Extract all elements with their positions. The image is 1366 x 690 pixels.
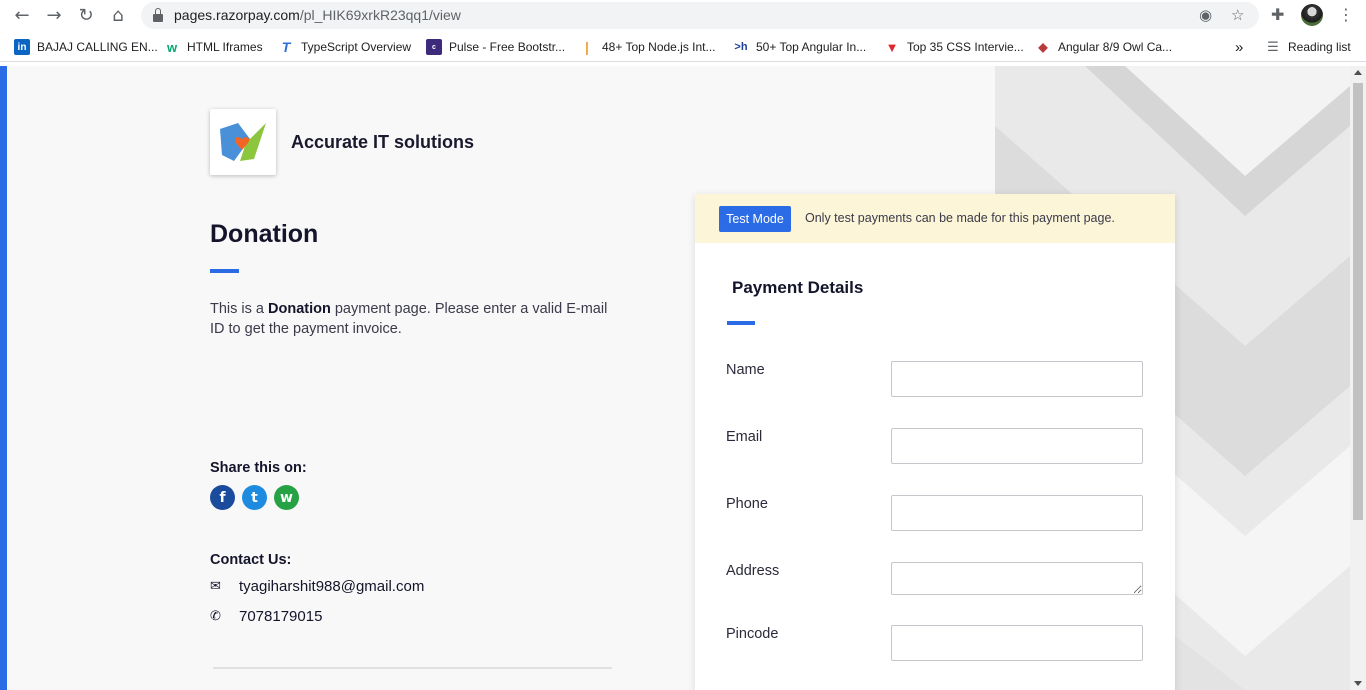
- linkedin-icon: in: [14, 39, 30, 55]
- bookmark-item[interactable]: T TypeScript Overview: [278, 39, 411, 55]
- contact-label: Contact Us:: [210, 552, 292, 568]
- facebook-share-icon[interactable]: f: [210, 485, 235, 510]
- name-input[interactable]: [891, 361, 1143, 397]
- bookmark-label: HTML Iframes: [187, 40, 263, 54]
- typescript-icon: T: [278, 39, 294, 55]
- merchant-name: Accurate IT solutions: [291, 132, 475, 152]
- hackr-icon: >h: [733, 39, 749, 55]
- reading-list-button[interactable]: ☰ Reading list: [1265, 39, 1351, 55]
- menu-kebab-icon[interactable]: ⋮: [1338, 5, 1354, 24]
- phone-label: Phone: [726, 496, 768, 512]
- bookmark-item[interactable]: | 48+ Top Node.js Int...: [579, 39, 716, 55]
- bookmark-label: TypeScript Overview: [301, 40, 412, 54]
- bookmark-item[interactable]: ▼ Top 35 CSS Intervie...: [884, 39, 1024, 55]
- bookmarks-bar: in BAJAJ CALLING EN... w HTML Iframes T …: [0, 32, 1366, 62]
- payment-page: Accurate IT solutions Donation This is a…: [0, 66, 1350, 690]
- card-title: Payment Details: [732, 278, 864, 297]
- share-label: Share this on:: [210, 460, 307, 476]
- reading-list-label: Reading list: [1288, 40, 1351, 54]
- scrollbar-thumb[interactable]: [1353, 83, 1363, 520]
- bookmark-label: BAJAJ CALLING EN...: [37, 40, 158, 54]
- reload-icon[interactable]: ↻: [75, 5, 97, 27]
- bars-icon: |: [579, 39, 595, 55]
- hands-heart-logo-icon: [220, 123, 266, 161]
- bookmark-label: Pulse - Free Bootstr...: [449, 40, 566, 54]
- card-title-underline: [727, 321, 755, 325]
- contact-email[interactable]: tyagiharshit988@gmail.com: [239, 578, 424, 595]
- test-mode-message: Only test payments can be made for this …: [805, 211, 1115, 225]
- contact-phone[interactable]: 7078179015: [239, 608, 322, 625]
- bookmark-item[interactable]: w HTML Iframes: [164, 39, 263, 55]
- pincode-label: Pincode: [726, 626, 779, 642]
- extensions-puzzle-icon[interactable]: ✚: [1271, 5, 1284, 24]
- bookmark-label: Top 35 CSS Intervie...: [907, 40, 1024, 54]
- mail-icon: ✉: [210, 578, 221, 594]
- page-scrollbar[interactable]: [1350, 66, 1366, 690]
- phone-input[interactable]: [891, 495, 1143, 531]
- bookmark-item[interactable]: c Pulse - Free Bootstr...: [426, 39, 565, 55]
- name-label: Name: [726, 362, 765, 378]
- page-description: This is a Donation payment page. Please …: [210, 301, 608, 337]
- bookmark-label: Angular 8/9 Owl Ca...: [1058, 40, 1173, 54]
- footer-divider: [213, 667, 612, 669]
- address-bar[interactable]: pages.razorpay.com/pl_HIK69xrkR23qq1/vie…: [141, 2, 1259, 29]
- contact-phone-row: ✆ 7078179015: [210, 606, 322, 626]
- bookmarks-overflow-button[interactable]: »: [1235, 39, 1243, 56]
- test-mode-badge: Test Mode: [719, 206, 791, 232]
- w3schools-icon: w: [164, 39, 180, 55]
- email-input[interactable]: [891, 428, 1143, 464]
- bookmark-item[interactable]: >h 50+ Top Angular In...: [733, 39, 866, 55]
- url-text[interactable]: pages.razorpay.com/pl_HIK69xrkR23qq1/vie…: [174, 7, 461, 23]
- merchant-logo: [210, 109, 276, 175]
- reading-list-icon: ☰: [1265, 39, 1281, 55]
- contact-email-row: ✉ tyagiharshit988@gmail.com: [210, 576, 424, 596]
- lock-icon[interactable]: [153, 8, 163, 22]
- test-mode-banner: Test Mode Only test payments can be made…: [695, 194, 1175, 243]
- twitter-share-icon[interactable]: t: [242, 485, 267, 510]
- scroll-down-arrow-icon[interactable]: [1354, 681, 1362, 686]
- left-accent-bar: [0, 66, 7, 690]
- email-label: Email: [726, 429, 763, 445]
- page-title: Donation: [210, 220, 319, 248]
- back-arrow-icon[interactable]: ←: [11, 5, 33, 27]
- address-label: Address: [726, 563, 780, 579]
- bookmark-item[interactable]: in BAJAJ CALLING EN...: [14, 39, 158, 55]
- tracking-eye-off-icon[interactable]: ◉: [1199, 6, 1212, 24]
- scroll-up-arrow-icon[interactable]: [1354, 70, 1362, 75]
- profile-avatar[interactable]: [1301, 4, 1323, 26]
- browser-toolbar: ← → ↻ ⌂ pages.razorpay.com/pl_HIK69xrkR2…: [0, 0, 1366, 32]
- title-underline: [210, 269, 239, 273]
- phone-icon: ✆: [210, 608, 221, 624]
- bookmark-star-icon[interactable]: ☆: [1231, 6, 1244, 24]
- whatsapp-share-icon[interactable]: w: [274, 485, 299, 510]
- bookmark-label: 48+ Top Node.js Int...: [602, 40, 716, 54]
- pincode-input[interactable]: [891, 625, 1143, 661]
- site-icon: ◆: [1035, 39, 1051, 55]
- bookmark-label: 50+ Top Angular In...: [756, 40, 867, 54]
- home-icon[interactable]: ⌂: [107, 5, 129, 27]
- address-textarea[interactable]: [891, 562, 1143, 595]
- forward-arrow-icon[interactable]: →: [43, 5, 65, 27]
- triangle-icon: ▼: [884, 39, 900, 55]
- bookmark-item[interactable]: ◆ Angular 8/9 Owl Ca...: [1035, 39, 1172, 55]
- payment-details-card: Test Mode Only test payments can be made…: [695, 194, 1175, 690]
- colorlib-icon: c: [426, 39, 442, 55]
